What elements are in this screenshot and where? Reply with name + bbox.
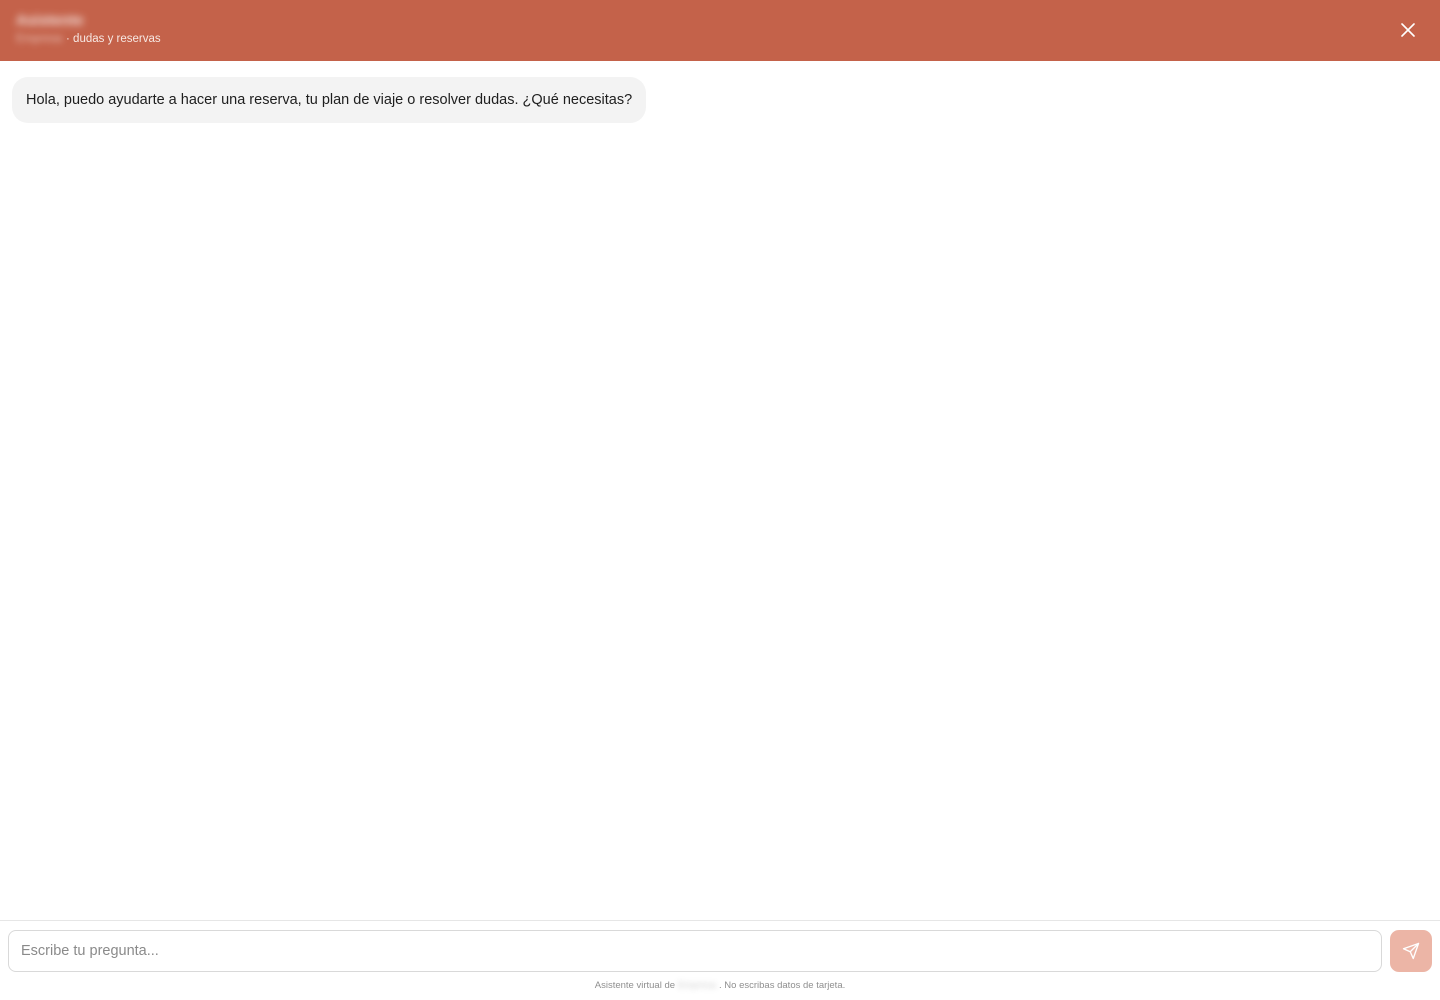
send-button[interactable] <box>1390 930 1432 972</box>
message-list: Hola, puedo ayudarte a hacer una reserva… <box>0 61 1440 920</box>
chat-window: Asistente Empresa · dudas y reservas Hol… <box>0 0 1440 1000</box>
disclaimer: Asistente virtual de Empresa. No escribas… <box>8 980 1432 991</box>
disclaimer-prefix: Asistente virtual de <box>594 980 676 991</box>
chat-header: Asistente Empresa · dudas y reservas <box>0 0 1440 61</box>
close-icon <box>1401 23 1415 37</box>
send-icon <box>1402 942 1420 960</box>
subtitle-brand: Empresa <box>16 33 63 45</box>
composer-row <box>8 930 1432 972</box>
close-button[interactable] <box>1396 18 1420 42</box>
brand-name: Asistente <box>16 12 84 29</box>
assistant-message: Hola, puedo ayudarte a hacer una reserva… <box>12 77 647 123</box>
disclaimer-brand: Empresa <box>678 980 717 991</box>
composer: Asistente virtual deEmpresa. No escribas… <box>0 920 1440 1000</box>
chat-input[interactable] <box>8 930 1382 972</box>
subtitle-text: · dudas y reservas <box>66 33 161 45</box>
header-subtitle: Empresa · dudas y reservas <box>16 33 161 45</box>
disclaimer-suffix: . No escribas datos de tarjeta. <box>719 980 846 991</box>
